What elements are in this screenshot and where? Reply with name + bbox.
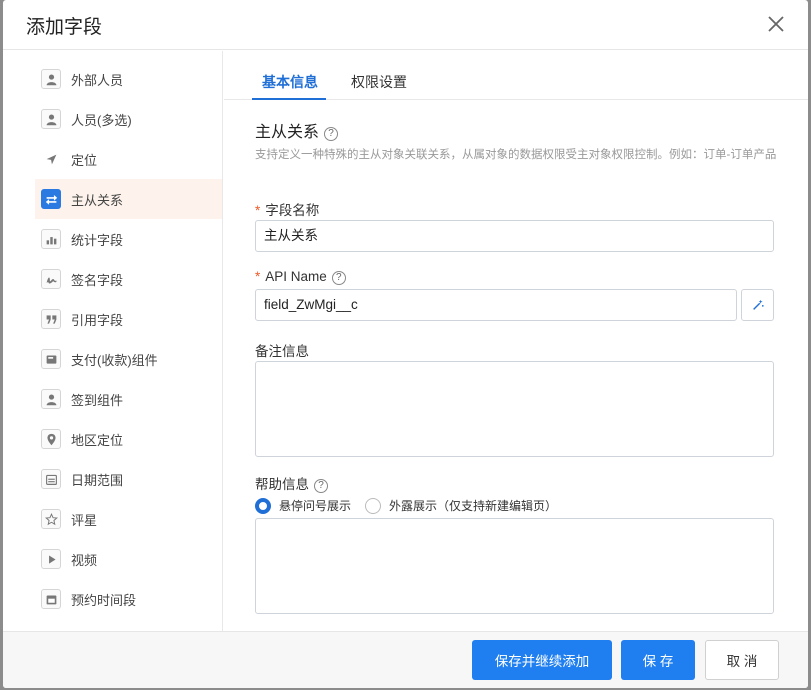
radio-label: 外露展示（仅支持新建编辑页）	[389, 499, 558, 513]
signature-icon	[41, 269, 61, 289]
section-title-text: 主从关系	[255, 124, 320, 141]
dialog-footer: 保存并继续添加 保 存 取 消	[3, 631, 808, 688]
tab-permission-settings[interactable]: 权限设置	[351, 72, 407, 92]
help-question-icon[interactable]: ?	[331, 271, 346, 285]
radio-hover-question[interactable]: 悬停问号展示	[255, 497, 351, 514]
star-icon	[41, 509, 61, 529]
sidebar-item-payment[interactable]: 支付(收款)组件	[35, 339, 222, 379]
field-name-label-text: 字段名称	[265, 203, 320, 218]
person-icon	[41, 389, 61, 409]
location-arrow-icon	[41, 149, 61, 169]
sidebar-item-label: 支付(收款)组件	[71, 352, 158, 368]
radio-button-unchecked[interactable]	[365, 497, 382, 514]
sidebar-item-person-multi[interactable]: 人员(多选)	[35, 99, 222, 139]
map-pin-icon	[41, 429, 61, 449]
sidebar-item-signature[interactable]: 签名字段	[35, 259, 222, 299]
sidebar-item-external-person[interactable]: 外部人员	[35, 59, 222, 99]
help-textarea[interactable]	[255, 518, 774, 614]
radio-button-checked[interactable]	[255, 497, 271, 514]
sidebar-item-rating[interactable]: 评星	[35, 499, 222, 539]
wallet-icon	[41, 349, 61, 369]
field-type-sidebar: 外部人员 人员(多选) 定位 主从关系 统计字段 签名字段 引用字段 支付(收款…	[3, 51, 223, 631]
field-name-label: * 字段名称	[255, 199, 319, 219]
sidebar-item-label: 定位	[71, 152, 98, 168]
calendar-icon	[41, 589, 61, 609]
save-button[interactable]: 保 存	[621, 640, 695, 680]
sidebar-item-region[interactable]: 地区定位	[35, 419, 222, 459]
sidebar-item-location[interactable]: 定位	[35, 139, 222, 179]
video-play-icon	[41, 549, 61, 569]
sidebar-item-label: 签名字段	[71, 272, 124, 288]
api-name-label: * API Name?	[255, 269, 346, 285]
sidebar-item-label: 主从关系	[71, 192, 124, 208]
api-name-label-text: API Name	[265, 269, 327, 284]
sidebar-item-label: 签到组件	[71, 392, 124, 408]
dialog-title: 添加字段	[26, 17, 103, 38]
radio-label: 悬停问号展示	[279, 499, 352, 513]
required-mark: *	[255, 203, 261, 218]
generate-api-name-button[interactable]	[741, 289, 774, 321]
dialog-header: 添加字段	[3, 0, 808, 50]
sidebar-item-date-range[interactable]: 日期范围	[35, 459, 222, 499]
active-tab-indicator	[252, 98, 326, 100]
bar-chart-icon	[41, 229, 61, 249]
cancel-button[interactable]: 取 消	[705, 640, 779, 680]
section-title: 主从关系?	[255, 118, 339, 142]
sidebar-item-statistics[interactable]: 统计字段	[35, 219, 222, 259]
sidebar-item-master-detail[interactable]: 主从关系	[35, 179, 222, 219]
remark-label: 备注信息	[255, 344, 309, 359]
person-icon	[41, 109, 61, 129]
magic-wand-icon	[752, 299, 764, 310]
sidebar-item-label: 地区定位	[71, 432, 124, 448]
help-question-icon[interactable]: ?	[314, 479, 328, 493]
help-question-icon[interactable]: ?	[324, 127, 339, 141]
section-description: 支持定义一种特殊的主从对象关联关系，从属对象的数据权限受主对象权限控制。例如：订…	[255, 149, 777, 161]
sidebar-item-label: 评星	[71, 512, 98, 528]
sidebar-item-label: 预约时间段	[71, 592, 137, 608]
help-label: 帮助信息?	[255, 473, 328, 493]
sidebar-item-label: 外部人员	[71, 72, 124, 88]
quote-icon	[41, 309, 61, 329]
help-label-text: 帮助信息	[255, 477, 309, 492]
help-display-radio-group: 悬停问号展示 外露展示（仅支持新建编辑页）	[255, 497, 571, 514]
form-panel: 基本信息 权限设置 主从关系? 支持定义一种特殊的主从对象关联关系，从属对象的数…	[224, 51, 808, 631]
sidebar-item-label: 统计字段	[71, 232, 124, 248]
tab-bar: 基本信息 权限设置	[224, 51, 808, 100]
field-name-input[interactable]: 主从关系	[255, 220, 774, 252]
radio-exposed-display[interactable]: 外露展示（仅支持新建编辑页）	[365, 497, 557, 514]
sidebar-item-reference[interactable]: 引用字段	[35, 299, 222, 339]
close-icon[interactable]	[766, 14, 786, 34]
person-icon	[41, 69, 61, 89]
calendar-icon	[41, 469, 61, 489]
add-field-dialog: 添加字段 外部人员 人员(多选) 定位 主从关系 统计字段 签名字段 引用字段 …	[3, 0, 808, 688]
required-mark: *	[255, 269, 261, 284]
save-and-continue-button[interactable]: 保存并继续添加	[472, 640, 612, 680]
sidebar-item-label: 人员(多选)	[71, 112, 132, 128]
sidebar-item-label: 引用字段	[71, 312, 124, 328]
sidebar-item-label: 日期范围	[71, 472, 124, 488]
sidebar-item-checkin[interactable]: 签到组件	[35, 379, 222, 419]
sidebar-item-appointment[interactable]: 预约时间段	[35, 579, 222, 619]
api-name-input[interactable]: field_ZwMgi__c	[255, 289, 737, 321]
tab-basic-info[interactable]: 基本信息	[262, 72, 318, 92]
sidebar-item-label: 视频	[71, 552, 98, 568]
remark-textarea[interactable]	[255, 361, 774, 457]
sidebar-item-video[interactable]: 视频	[35, 539, 222, 579]
swap-arrows-icon	[41, 189, 61, 209]
